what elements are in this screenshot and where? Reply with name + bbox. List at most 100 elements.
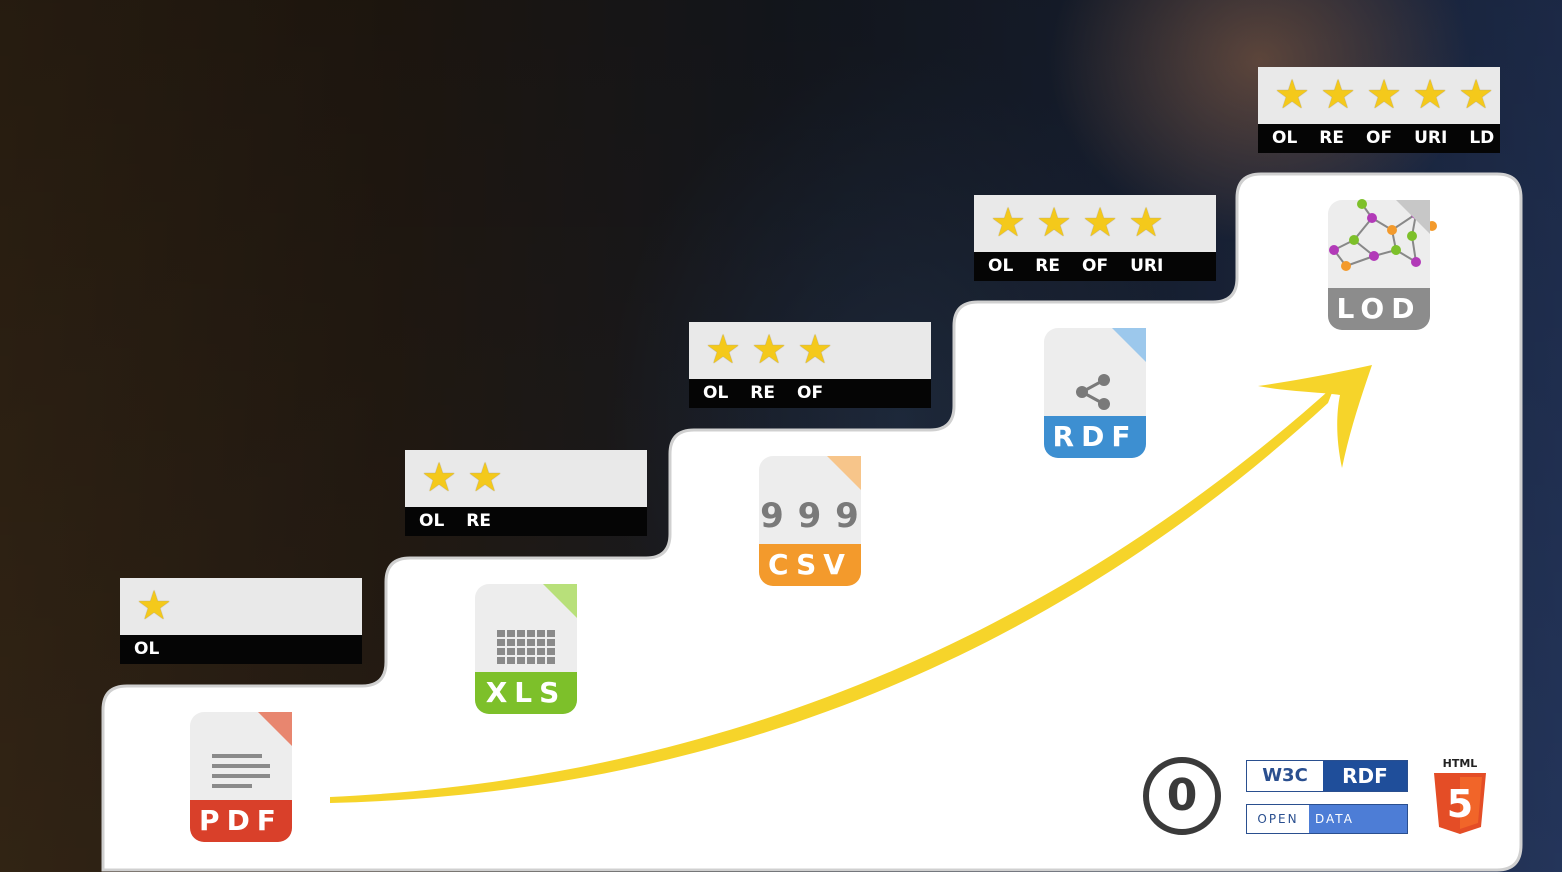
grid-cell — [507, 639, 515, 646]
data-label: DATA — [1309, 805, 1407, 833]
badge-label: OF — [797, 383, 824, 403]
grid-cell — [497, 657, 505, 664]
lod-file-icon: LOD — [1328, 199, 1437, 330]
badge-three-star: ★ ★ ★ OL RE OF — [689, 322, 931, 408]
star-icon: ★ — [990, 200, 1026, 246]
rdf-file-icon: RDF — [1044, 328, 1146, 458]
grid-cell — [497, 648, 505, 655]
badge-label: RE — [1319, 128, 1344, 148]
html5-number: 5 — [1447, 782, 1473, 826]
quote-marks-icon: 9 9 9 — [760, 496, 860, 536]
badge-labels: OL RE OF — [703, 382, 823, 404]
share-graph-icon — [1076, 374, 1110, 410]
five-star-open-data-illustration: ★ OL ★ ★ OL RE ★ ★ ★ OL RE OF ★ ★ ★ ★ OL RE OF URI ★… — [0, 0, 1562, 872]
rdf-label: RDF — [1323, 761, 1407, 791]
grid-cell — [507, 648, 515, 655]
grid-cell — [517, 657, 525, 664]
star-row: ★ — [132, 584, 176, 628]
page-fold-corner — [1396, 200, 1430, 234]
badge-labels: OL RE — [419, 510, 491, 532]
badge-label: RE — [1035, 256, 1060, 276]
grid-cell — [517, 648, 525, 655]
grid-cell — [537, 639, 545, 646]
document-lines-icon — [212, 754, 270, 788]
badge-label: OF — [1082, 256, 1109, 276]
csv-file-icon: 9 9 9 CSV — [759, 456, 861, 586]
grid-cell — [537, 657, 545, 664]
badge-label: OL — [134, 639, 160, 659]
grid-cell — [547, 630, 555, 637]
xls-file-icon: XLS — [475, 584, 577, 714]
page-fold-corner — [258, 712, 292, 746]
badge-label: URI — [1130, 256, 1164, 276]
grid-cell — [547, 639, 555, 646]
star-icon: ★ — [751, 327, 787, 373]
star-row: ★ ★ ★ ★ ★ — [1270, 73, 1498, 117]
star-icon: ★ — [467, 455, 503, 501]
html5-shield-icon: 5 — [1434, 773, 1486, 834]
cc0-logo-icon: 0 — [1143, 757, 1221, 835]
star-row: ★ ★ ★ — [701, 328, 837, 372]
file-type-label: PDF — [190, 800, 292, 842]
badge-label: OL — [703, 383, 729, 403]
grid-cell — [527, 657, 535, 664]
badge-two-star: ★ ★ OL RE — [405, 450, 647, 536]
star-row: ★ ★ — [417, 456, 507, 500]
badge-label: OL — [419, 511, 445, 531]
star-icon: ★ — [136, 583, 172, 629]
page-fold-corner — [827, 456, 861, 490]
html5-logo-icon: HTML 5 — [1432, 757, 1488, 837]
grid-cell — [507, 657, 515, 664]
w3c-logo: W3C — [1247, 761, 1323, 791]
grid-cell — [537, 630, 545, 637]
badge-four-star: ★ ★ ★ ★ OL RE OF URI — [974, 195, 1216, 281]
star-icon: ★ — [1274, 72, 1310, 118]
badge-label: OL — [988, 256, 1014, 276]
grid-cell — [547, 648, 555, 655]
open-label: OPEN — [1247, 805, 1309, 833]
grid-cell — [497, 630, 505, 637]
grid-cell — [537, 648, 545, 655]
file-type-label: LOD — [1328, 288, 1430, 330]
grid-cell — [527, 630, 535, 637]
grid-cell — [507, 630, 515, 637]
badge-one-star: ★ OL — [120, 578, 362, 664]
badge-five-star: ★ ★ ★ ★ ★ OL RE OF URI LD — [1258, 67, 1500, 153]
badge-label: LD — [1469, 128, 1495, 148]
star-row: ★ ★ ★ ★ — [986, 201, 1168, 245]
badge-labels: OL RE OF URI LD — [1272, 127, 1494, 149]
badge-label: OF — [1366, 128, 1393, 148]
html5-label: HTML — [1442, 757, 1478, 770]
file-type-label: CSV — [759, 544, 861, 586]
badge-label: URI — [1414, 128, 1448, 148]
badge-labels: OL — [134, 638, 159, 660]
star-icon: ★ — [1128, 200, 1164, 246]
grid-cell — [517, 639, 525, 646]
badge-labels: OL RE OF URI — [988, 255, 1163, 277]
spreadsheet-grid-icon — [497, 630, 555, 664]
file-type-label: RDF — [1044, 416, 1146, 458]
badge-label: OL — [1272, 128, 1298, 148]
badge-label: RE — [750, 383, 775, 403]
grid-cell — [517, 630, 525, 637]
grid-cell — [547, 657, 555, 664]
pdf-file-icon: PDF — [190, 712, 292, 842]
page-fold-corner — [1112, 328, 1146, 362]
star-icon: ★ — [1320, 72, 1356, 118]
grid-cell — [527, 639, 535, 646]
star-icon: ★ — [1412, 72, 1448, 118]
star-icon: ★ — [1366, 72, 1402, 118]
star-icon: ★ — [421, 455, 457, 501]
grid-cell — [527, 648, 535, 655]
open-data-badge: OPEN DATA — [1246, 804, 1408, 834]
grid-cell — [497, 639, 505, 646]
badge-label: RE — [466, 511, 491, 531]
star-icon: ★ — [797, 327, 833, 373]
star-icon: ★ — [1458, 72, 1494, 118]
file-type-label: XLS — [475, 672, 577, 714]
star-icon: ★ — [1082, 200, 1118, 246]
page-fold-corner — [543, 584, 577, 618]
star-icon: ★ — [705, 327, 741, 373]
star-icon: ★ — [1036, 200, 1072, 246]
w3c-rdf-badge: W3C RDF — [1246, 760, 1408, 792]
